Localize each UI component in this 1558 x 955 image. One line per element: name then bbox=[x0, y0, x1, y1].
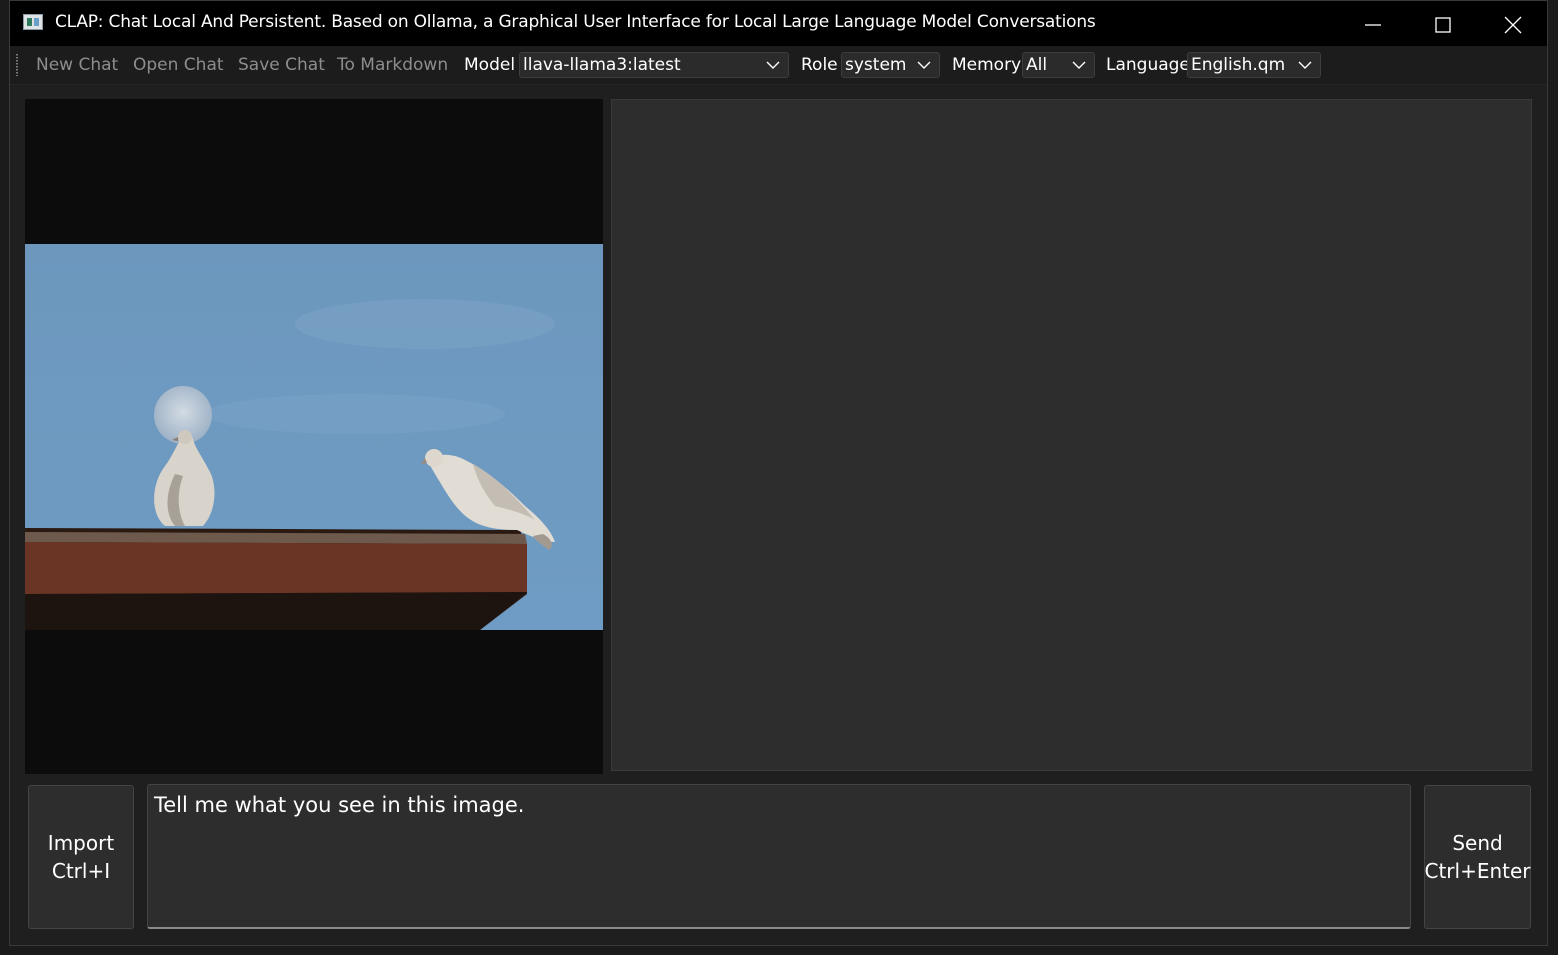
language-select-value: English.qm bbox=[1191, 55, 1286, 75]
memory-label: Memory bbox=[952, 55, 1022, 75]
minimize-icon bbox=[1365, 24, 1381, 26]
model-select[interactable]: llava-llama3:latest bbox=[519, 52, 789, 78]
maximize-icon bbox=[1435, 17, 1451, 33]
language-select[interactable]: English.qm bbox=[1187, 52, 1321, 78]
maximize-button[interactable] bbox=[1408, 1, 1478, 46]
doves-photo-image bbox=[25, 244, 603, 630]
close-button[interactable] bbox=[1478, 1, 1548, 46]
chevron-down-icon bbox=[1072, 61, 1086, 69]
prompt-input-text: Tell me what you see in this image. bbox=[154, 793, 525, 817]
close-icon bbox=[1504, 16, 1522, 34]
app-icon bbox=[23, 14, 43, 30]
role-select[interactable]: system bbox=[841, 52, 940, 78]
send-button-shortcut: Ctrl+Enter bbox=[1424, 859, 1531, 883]
minimize-button[interactable] bbox=[1338, 1, 1408, 46]
toolbar-grip-handle[interactable] bbox=[16, 54, 18, 76]
model-label: Model bbox=[464, 55, 516, 75]
app-window: CLAP: Chat Local And Persistent. Based o… bbox=[9, 0, 1548, 946]
import-button-label: Import bbox=[47, 831, 115, 855]
send-button[interactable]: Send Ctrl+Enter bbox=[1424, 785, 1531, 929]
memory-select[interactable]: All bbox=[1022, 52, 1095, 78]
role-label: Role bbox=[801, 55, 838, 75]
import-button-shortcut: Ctrl+I bbox=[51, 859, 111, 883]
prompt-input[interactable]: Tell me what you see in this image. bbox=[147, 784, 1411, 929]
open-chat-button[interactable]: Open Chat bbox=[133, 55, 224, 75]
chevron-down-icon bbox=[1298, 61, 1312, 69]
send-button-label: Send bbox=[1452, 831, 1503, 855]
model-select-value: llava-llama3:latest bbox=[523, 55, 681, 75]
memory-select-value: All bbox=[1026, 55, 1048, 75]
toolbar: New Chat Open Chat Save Chat To Markdown… bbox=[10, 46, 1547, 85]
role-select-value: system bbox=[845, 55, 907, 75]
new-chat-button[interactable]: New Chat bbox=[36, 55, 118, 75]
import-button[interactable]: Import Ctrl+I bbox=[28, 785, 134, 929]
window-title: CLAP: Chat Local And Persistent. Based o… bbox=[55, 12, 1096, 32]
chat-output-area[interactable] bbox=[611, 99, 1532, 771]
title-bar[interactable]: CLAP: Chat Local And Persistent. Based o… bbox=[10, 1, 1547, 46]
to-markdown-button[interactable]: To Markdown bbox=[337, 55, 448, 75]
chevron-down-icon bbox=[766, 61, 780, 69]
language-label: Language bbox=[1106, 55, 1190, 75]
save-chat-button[interactable]: Save Chat bbox=[238, 55, 325, 75]
image-preview-panel bbox=[25, 99, 603, 774]
chevron-down-icon bbox=[917, 61, 931, 69]
